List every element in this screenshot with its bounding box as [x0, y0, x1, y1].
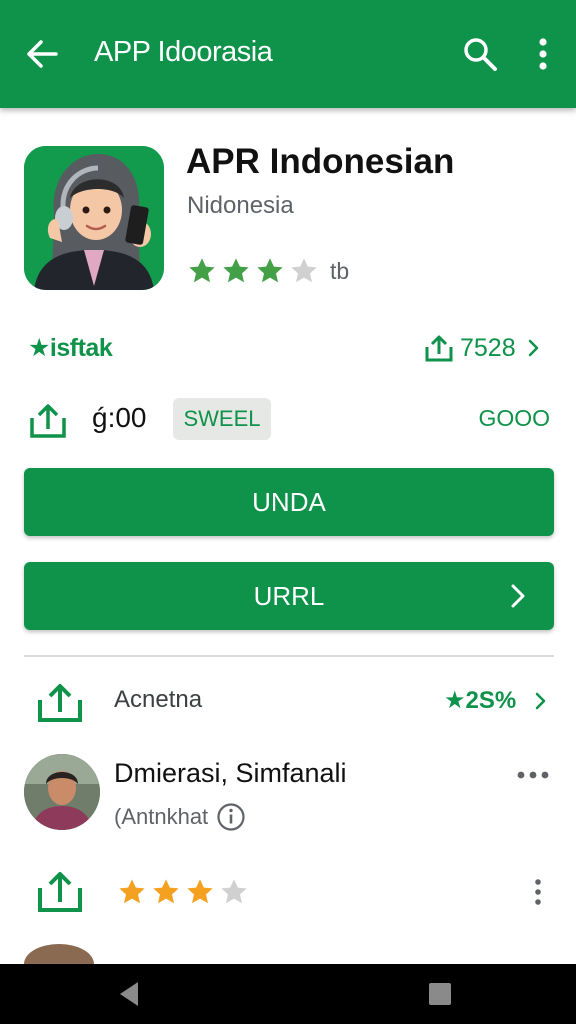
app-icon[interactable] [24, 146, 164, 290]
list-item-label: Acnetna [114, 686, 203, 713]
upload-icon [30, 404, 66, 438]
star-filled-icon [153, 879, 179, 904]
downloads-stat[interactable]: 7528 [424, 330, 542, 366]
avatar[interactable] [24, 754, 100, 830]
reviewer-handle: (Antnkhat [114, 804, 209, 829]
nav-back-icon[interactable] [116, 980, 142, 1008]
star-filled-icon [119, 879, 145, 904]
star-empty-icon [291, 258, 317, 283]
star-empty-icon [221, 879, 247, 904]
app-rating: tb [186, 254, 349, 288]
chevron-right-icon [535, 692, 546, 709]
percent-text: ★2S% [444, 687, 517, 714]
secondary-button-label: URRL [253, 580, 325, 611]
reviewer-name: Dmierasi, Simfanali [114, 758, 347, 788]
app-name: APR Indonesian [186, 142, 455, 181]
system-nav-bar [0, 964, 576, 1024]
list-item-percent: ★2S% [444, 686, 552, 715]
star-filled-icon [257, 258, 283, 283]
search-icon[interactable] [460, 34, 500, 74]
review-rating [116, 876, 252, 908]
star-filled-icon [223, 258, 249, 283]
download-icon [425, 335, 453, 362]
info-icon[interactable] [216, 802, 246, 832]
stat-label: ★isftak [28, 334, 113, 362]
reviewer-handle-row: (Antnkhat [114, 802, 246, 832]
upload-icon [38, 684, 82, 722]
more-horiz-icon[interactable] [516, 768, 550, 782]
arrow-back-icon[interactable] [22, 34, 62, 74]
star-filled-icon [189, 258, 215, 283]
app-developer[interactable]: Nidonesia [187, 192, 294, 220]
price-text: ǵ:00 [92, 402, 147, 433]
primary-button-label: UNDA [252, 486, 326, 517]
chevron-right-icon [511, 584, 525, 608]
review-item[interactable]: Dmierasi, Simfanali (Antnkhat [24, 752, 554, 836]
price-row: ǵ:00 SWEEL GOOO [28, 396, 554, 442]
price-value: GOOO [478, 405, 550, 431]
app-character-icon [24, 146, 164, 290]
list-item[interactable]: Acnetna ★2S% [24, 676, 554, 724]
star-filled-icon [187, 879, 213, 904]
toolbar-title: APP Idoorasia [94, 36, 273, 68]
downloads-count: 7528 [460, 333, 516, 362]
section-divider [24, 655, 554, 657]
chevron-right-icon [528, 339, 538, 357]
top-app-bar: APP Idoorasia [0, 0, 576, 108]
list-item[interactable] [24, 866, 554, 918]
avatar-image [24, 754, 100, 830]
rating-count: tb [330, 257, 350, 284]
secondary-button[interactable]: URRL [24, 562, 554, 630]
more-vert-icon[interactable] [528, 34, 558, 74]
nav-recents-icon[interactable] [428, 982, 452, 1006]
price-chip[interactable]: SWEEL [173, 398, 271, 440]
more-vert-icon[interactable] [532, 878, 544, 906]
upload-icon [38, 872, 82, 912]
primary-button[interactable]: UNDA [24, 468, 554, 536]
